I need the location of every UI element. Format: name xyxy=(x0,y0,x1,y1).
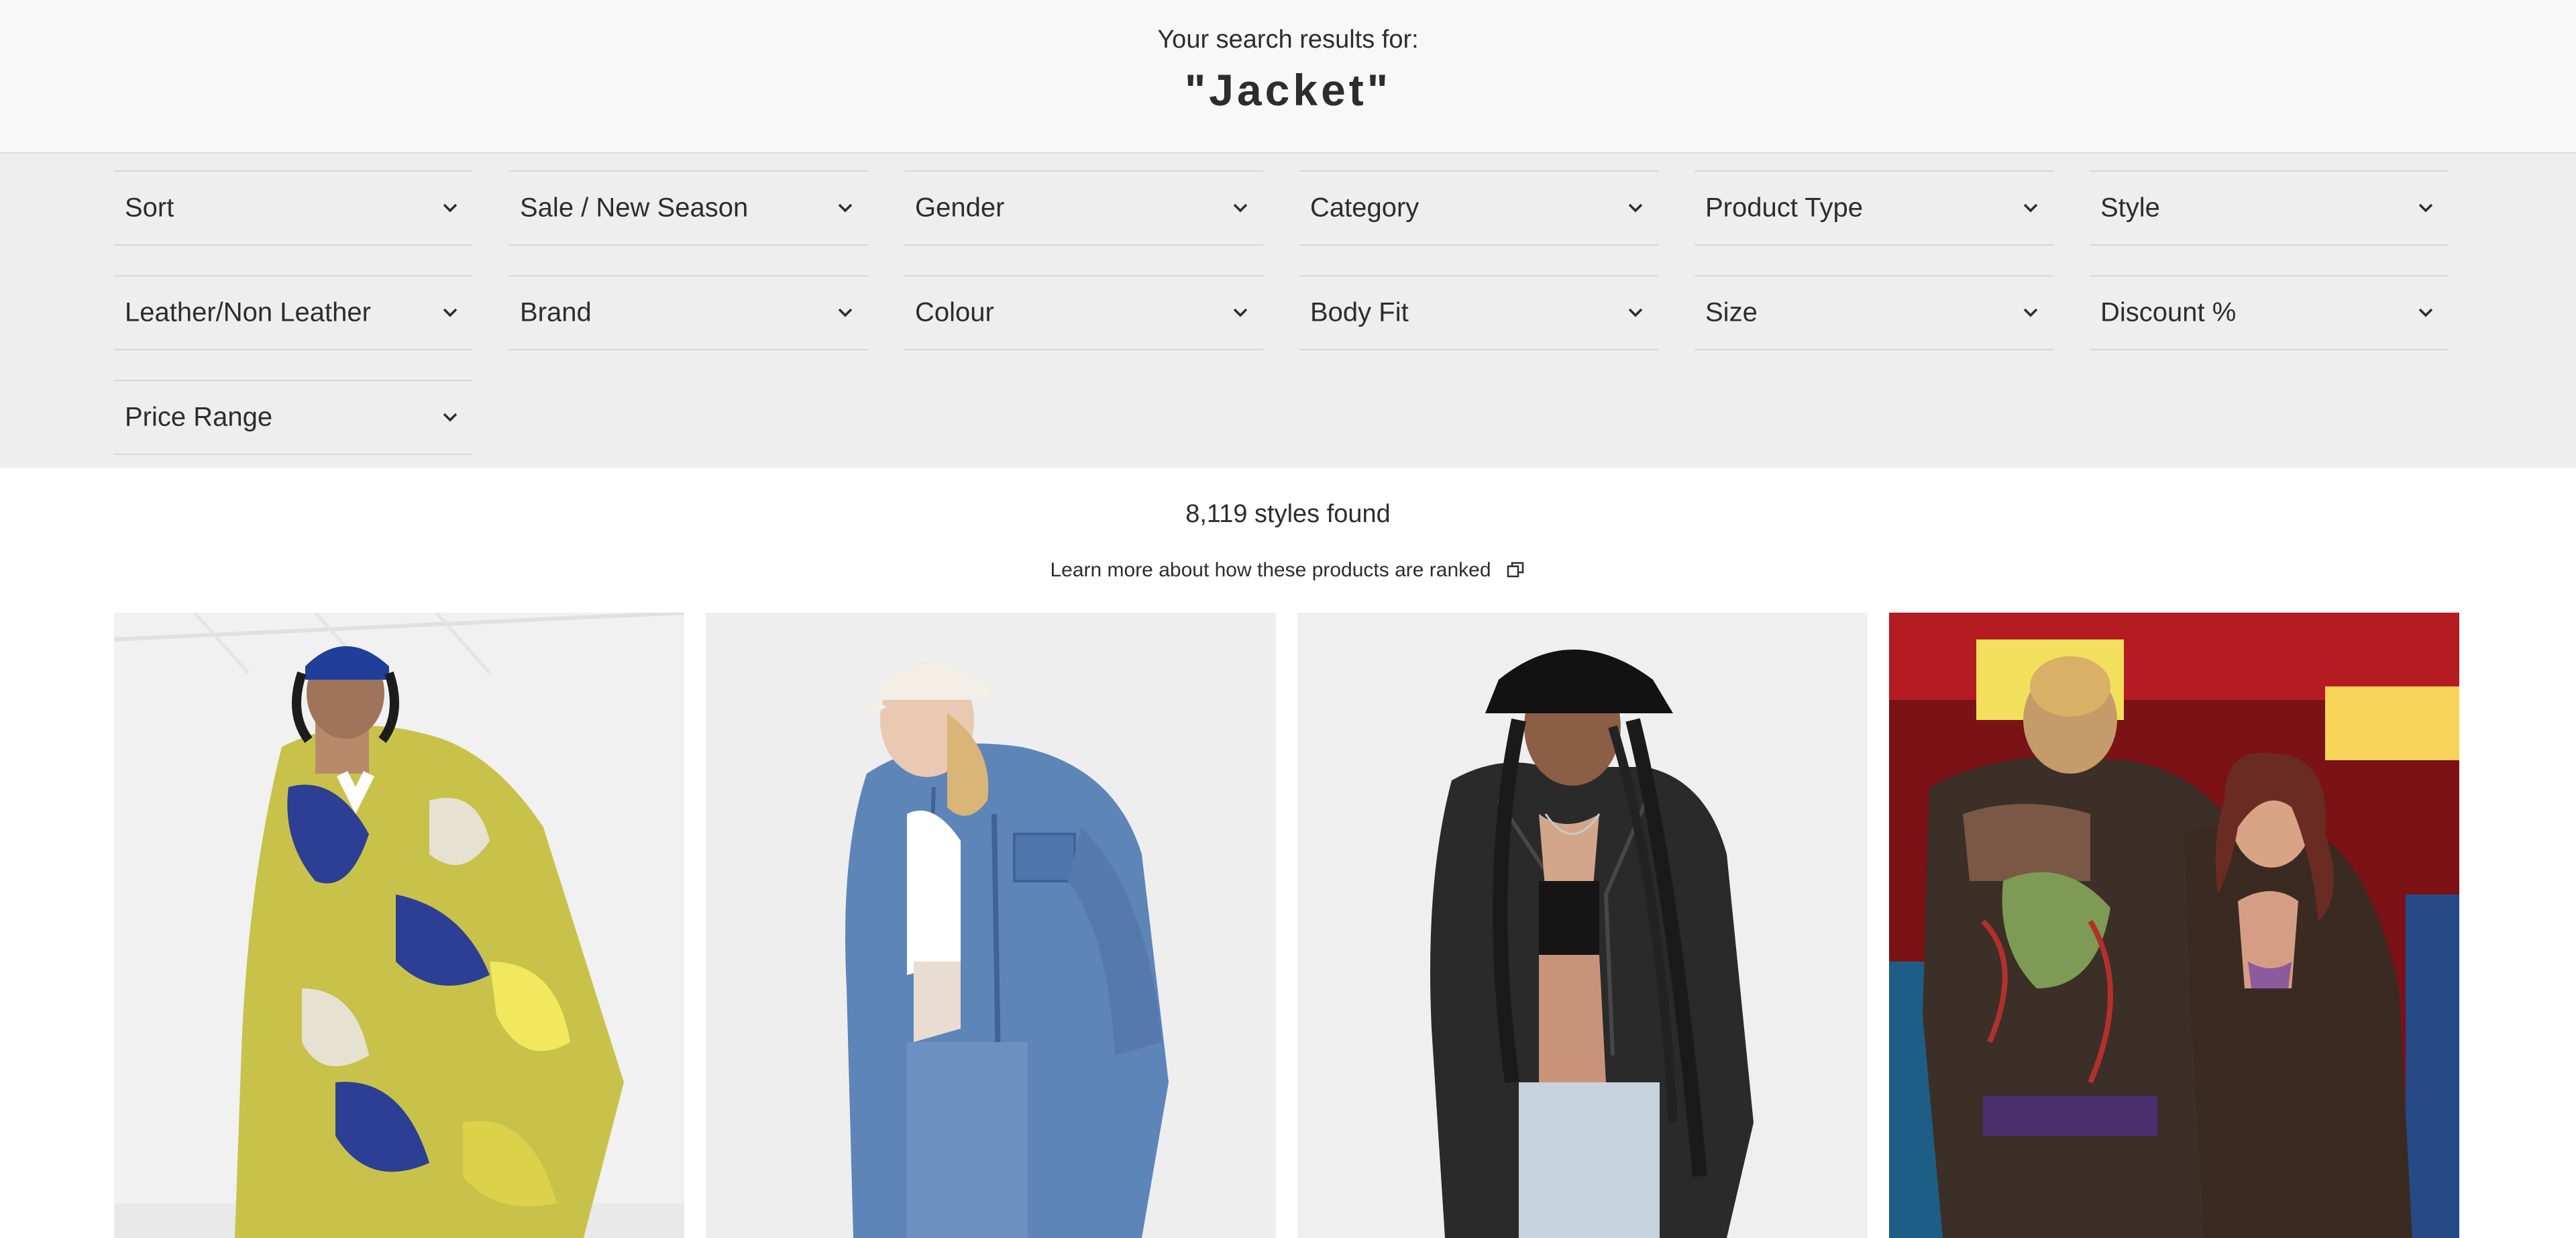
filter-label: Gender xyxy=(915,193,1005,223)
product-image-leather-biker-jacket[interactable] xyxy=(1297,613,1868,1238)
results-count: 8,119 styles found xyxy=(1185,500,1391,528)
search-header: Your search results for: "Jacket" xyxy=(0,0,2576,154)
chevron-down-icon xyxy=(1628,308,1643,317)
product-image-denim-jacket[interactable] xyxy=(706,613,1276,1238)
filter-label: Style xyxy=(2100,193,2160,223)
filter-product-type[interactable]: Product Type xyxy=(1695,170,2053,246)
search-term: "Jacket" xyxy=(1184,65,1392,115)
filter-label: Sale / New Season xyxy=(520,193,749,223)
learn-more-ranking-link[interactable]: Learn more about how these products are … xyxy=(1050,559,1491,582)
product-image-graphic-jacket[interactable] xyxy=(1889,613,2459,1238)
filter-category[interactable]: Category xyxy=(1299,170,1658,246)
product-card-graphic-jacket[interactable] xyxy=(1889,613,2459,1238)
chevron-down-icon xyxy=(443,413,458,422)
filter-colour[interactable]: Colour xyxy=(904,275,1263,350)
ranking-info: Learn more about how these products are … xyxy=(0,555,2576,586)
filter-label: Category xyxy=(1310,193,1419,223)
chevron-down-icon xyxy=(1628,203,1643,213)
filter-price-range[interactable]: Price Range xyxy=(114,380,473,455)
search-results-prefix: Your search results for: xyxy=(1157,25,1419,54)
filter-label: Sort xyxy=(125,193,174,223)
filter-brand[interactable]: Brand xyxy=(509,275,868,350)
filter-bar: Sort Sale / New Season Gender Category P… xyxy=(0,154,2576,468)
copy-icon[interactable] xyxy=(1506,560,1526,580)
chevron-down-icon xyxy=(2023,308,2038,317)
filter-label: Product Type xyxy=(1705,193,1863,223)
filter-label: Colour xyxy=(915,297,994,327)
filter-label: Discount % xyxy=(2100,297,2237,327)
filter-label: Body Fit xyxy=(1310,297,1409,327)
chevron-down-icon xyxy=(838,203,853,213)
filter-style[interactable]: Style xyxy=(2090,170,2449,246)
chevron-down-icon xyxy=(2418,203,2433,213)
filter-size[interactable]: Size xyxy=(1695,275,2053,350)
chevron-down-icon xyxy=(1233,203,1248,213)
filter-sort[interactable]: Sort xyxy=(114,170,473,246)
filter-gender[interactable]: Gender xyxy=(904,170,1263,246)
filter-discount[interactable]: Discount % xyxy=(2090,275,2449,350)
product-card-tie-dye-jacket[interactable] xyxy=(114,613,684,1238)
chevron-down-icon xyxy=(2023,203,2038,213)
filter-body-fit[interactable]: Body Fit xyxy=(1299,275,1658,350)
filter-label: Size xyxy=(1705,297,1758,327)
filter-leather-non-leather[interactable]: Leather/Non Leather xyxy=(114,275,473,350)
chevron-down-icon xyxy=(2418,308,2433,317)
filter-sale-new-season[interactable]: Sale / New Season xyxy=(509,170,868,246)
product-card-denim-jacket[interactable] xyxy=(706,613,1276,1238)
filter-label: Brand xyxy=(520,297,592,327)
chevron-down-icon xyxy=(443,308,458,317)
filter-label: Leather/Non Leather xyxy=(125,297,371,327)
chevron-down-icon xyxy=(838,308,853,317)
filter-label: Price Range xyxy=(125,402,273,432)
product-card-leather-biker-jacket[interactable] xyxy=(1297,613,1868,1238)
product-image-tie-dye-jacket[interactable] xyxy=(114,613,684,1238)
chevron-down-icon xyxy=(1233,308,1248,317)
chevron-down-icon xyxy=(443,203,458,213)
